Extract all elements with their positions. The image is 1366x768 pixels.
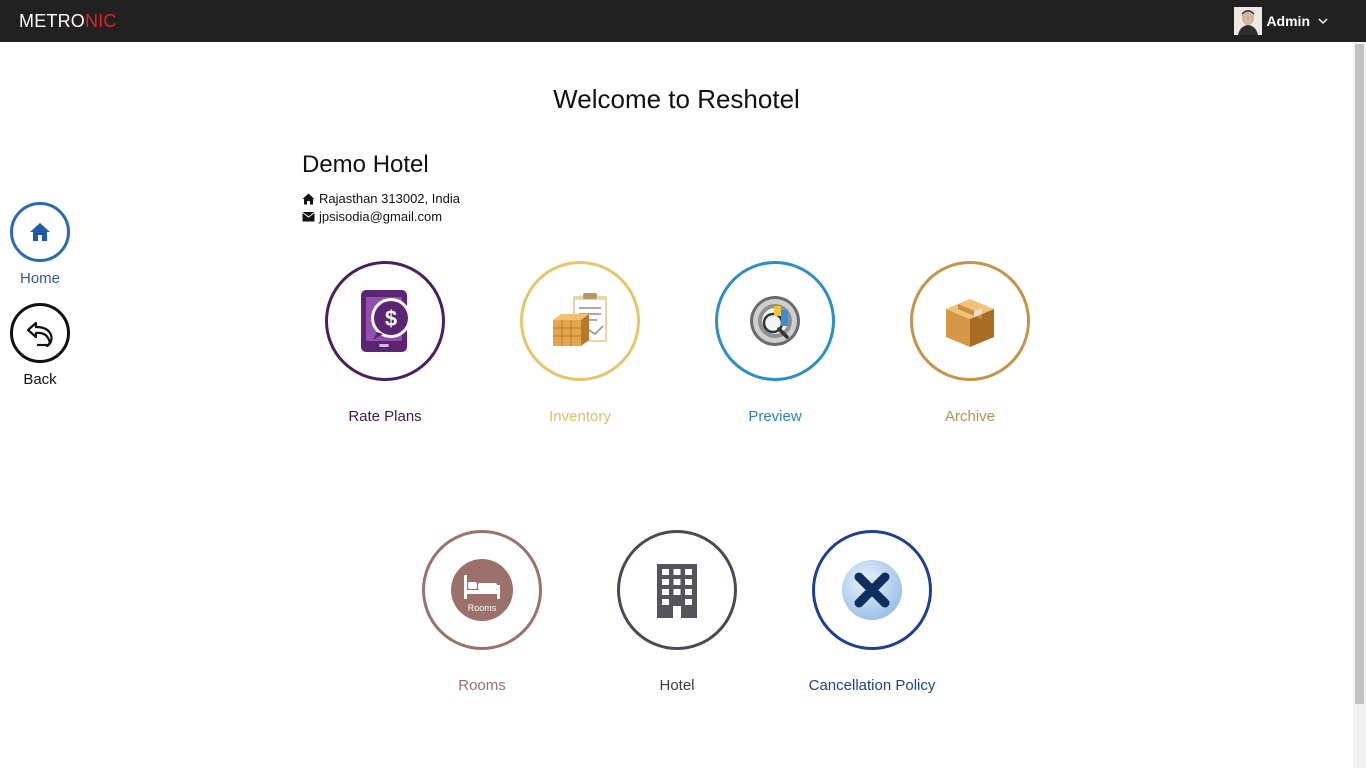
top-navbar: METRONIC Admin — [0, 0, 1366, 42]
tile-hotel[interactable]: Hotel — [577, 530, 777, 694]
user-menu[interactable]: Admin — [1234, 7, 1328, 35]
rooms-bed-icon: Rooms — [451, 559, 513, 621]
tile-ring — [812, 530, 932, 650]
tile-preview[interactable]: Preview — [675, 261, 875, 425]
back-button-circle — [10, 303, 70, 363]
scrollbar[interactable] — [1353, 42, 1366, 768]
back-label: Back — [23, 371, 57, 388]
chevron-down-icon — [1318, 17, 1328, 24]
home-button[interactable]: Home — [10, 202, 70, 287]
tile-ring — [520, 261, 640, 381]
avatar — [1234, 7, 1263, 35]
home-icon — [30, 223, 50, 241]
tile-inventory[interactable]: Inventory — [480, 261, 680, 425]
logo-text-main: METRO — [19, 11, 85, 31]
hotel-name: Demo Hotel — [302, 151, 429, 178]
tile-ring: Rooms — [422, 530, 542, 650]
hotel-email-text: jpsisodia@gmail.com — [319, 209, 443, 224]
tile-rooms[interactable]: Rooms Rooms — [382, 530, 582, 694]
scrollbar-thumb[interactable] — [1355, 44, 1364, 704]
envelope-icon — [302, 212, 315, 222]
hotel-building-icon — [657, 564, 697, 618]
logo-text-accent: NIC — [85, 11, 117, 31]
user-name: Admin — [1266, 13, 1310, 29]
rate-plans-icon: $ — [361, 290, 411, 352]
tile-cancellation-policy[interactable]: Cancellation Policy — [772, 530, 972, 694]
hotel-address: Rajasthan 313002, India — [302, 191, 460, 206]
home-icon — [302, 193, 315, 204]
tile-label: Hotel — [659, 677, 695, 694]
tile-label: Cancellation Policy — [808, 677, 936, 694]
tile-label: Rooms — [458, 677, 506, 694]
home-label: Home — [19, 270, 60, 287]
back-arrow-icon — [26, 321, 53, 348]
tile-ring — [715, 261, 835, 381]
tile-label: Archive — [944, 408, 996, 425]
back-button[interactable]: Back — [10, 303, 70, 388]
hotel-address-text: Rajasthan 313002, India — [319, 191, 460, 206]
tile-ring: $ — [325, 261, 445, 381]
archive-box-icon — [946, 299, 994, 347]
tile-archive[interactable]: Archive — [870, 261, 1070, 425]
tile-label: Inventory — [549, 408, 611, 425]
page-title: Welcome to Reshotel — [553, 84, 800, 114]
inventory-icon — [553, 293, 607, 346]
tile-label: Rate Plans — [348, 408, 422, 425]
home-button-circle — [10, 202, 70, 262]
preview-icon — [750, 296, 800, 346]
cancel-x-icon — [842, 560, 902, 620]
brand-logo[interactable]: METRONIC — [19, 11, 117, 32]
tile-rate-plans[interactable]: $ Rate Plans — [285, 261, 485, 425]
svg-text:$: $ — [385, 306, 397, 331]
hotel-email: jpsisodia@gmail.com — [302, 209, 442, 224]
tile-label: Preview — [748, 408, 802, 425]
rooms-icon-text: Rooms — [468, 603, 497, 613]
tile-ring — [617, 530, 737, 650]
tile-ring — [910, 261, 1030, 381]
